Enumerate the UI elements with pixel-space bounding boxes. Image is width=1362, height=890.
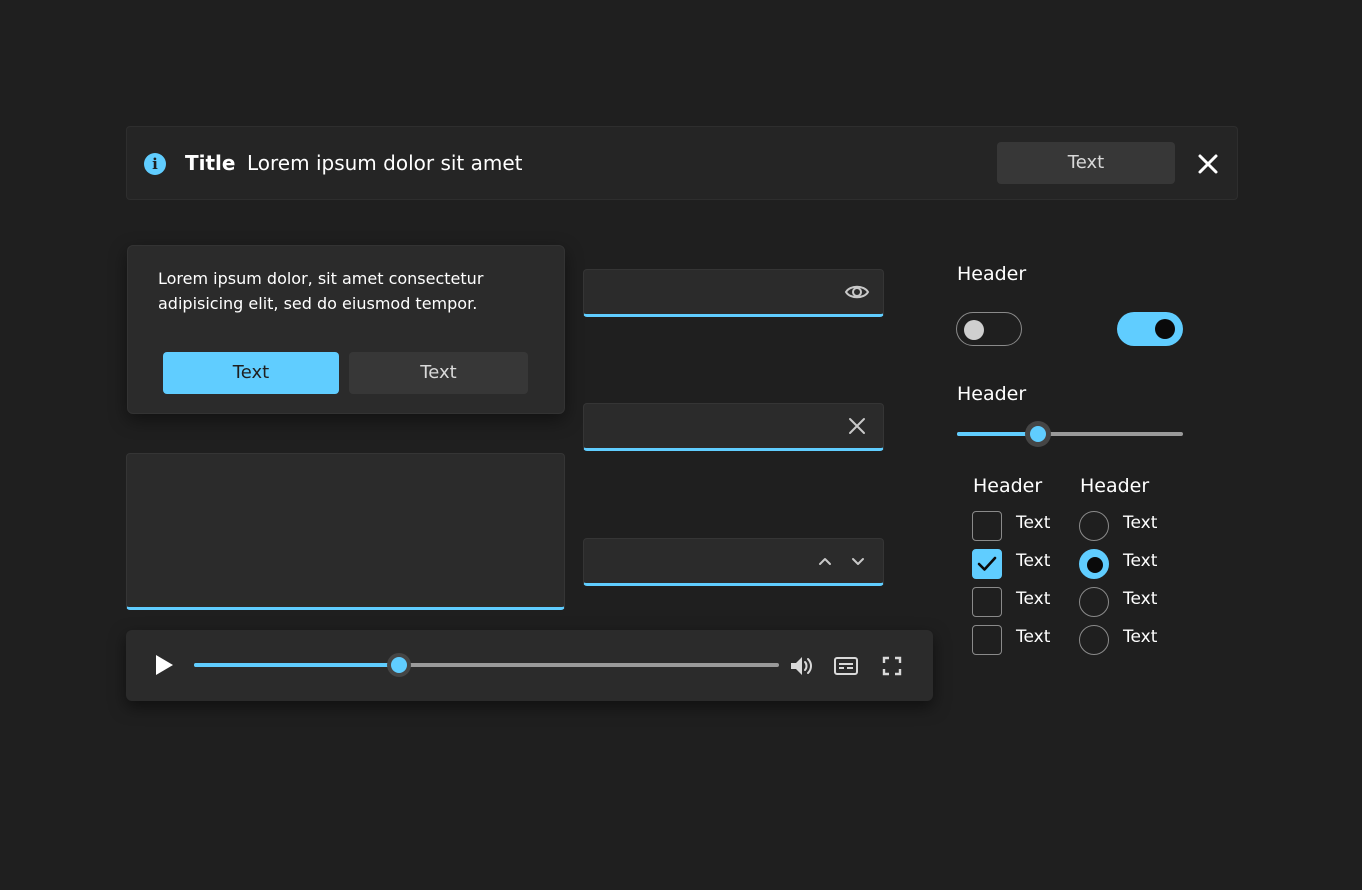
close-icon[interactable] <box>1195 151 1221 177</box>
eye-icon[interactable] <box>844 280 870 304</box>
slider-track[interactable] <box>957 421 1183 447</box>
checkbox[interactable] <box>972 587 1002 617</box>
volume-icon[interactable] <box>788 653 814 679</box>
checkbox[interactable] <box>972 549 1002 579</box>
info-bar-title: Title <box>185 151 236 175</box>
media-player <box>126 630 933 701</box>
checkbox-label: Text <box>1016 513 1051 533</box>
radio-button[interactable] <box>1079 549 1109 579</box>
dialog-body-text: Lorem ipsum dolor, sit amet consectetur … <box>158 269 484 313</box>
play-icon[interactable] <box>154 654 174 676</box>
multiline-text-area[interactable] <box>126 453 565 610</box>
radio-group-header: Header <box>1080 475 1150 497</box>
toggle-knob <box>1155 319 1175 339</box>
checkmark-icon <box>977 556 997 571</box>
clear-icon[interactable] <box>844 414 870 438</box>
radio-button[interactable] <box>1079 511 1109 541</box>
info-bar-action-button[interactable]: Text <box>997 142 1175 184</box>
info-bar: i Title Lorem ipsum dolor sit amet Text <box>126 126 1238 200</box>
checkbox-label: Text <box>1016 627 1051 647</box>
radio-button[interactable] <box>1079 587 1109 617</box>
chevron-down-icon[interactable] <box>845 549 871 573</box>
number-stepper-input[interactable] <box>583 538 884 586</box>
fullscreen-icon[interactable] <box>879 653 905 679</box>
chevron-up-icon[interactable] <box>812 549 838 573</box>
radio-label: Text <box>1123 589 1158 609</box>
dialog-secondary-button[interactable]: Text <box>349 352 528 394</box>
toggle-switch-off[interactable] <box>956 312 1022 346</box>
search-input[interactable] <box>583 403 884 451</box>
info-bar-message: Lorem ipsum dolor sit amet <box>247 151 523 175</box>
radio-label: Text <box>1123 513 1158 533</box>
radio-label: Text <box>1123 627 1158 647</box>
radio-button[interactable] <box>1079 625 1109 655</box>
dialog-primary-button[interactable]: Text <box>163 352 339 394</box>
captions-icon[interactable] <box>833 653 859 679</box>
media-progress-fill <box>194 663 399 667</box>
toggle-knob <box>964 320 984 340</box>
checkbox-label: Text <box>1016 589 1051 609</box>
checkbox[interactable] <box>972 511 1002 541</box>
info-icon: i <box>144 153 166 175</box>
dialog-flyout: Lorem ipsum dolor, sit amet consectetur … <box>127 245 565 414</box>
toggle-group-header: Header <box>957 263 1027 285</box>
slider-header: Header <box>957 383 1027 405</box>
checkbox[interactable] <box>972 625 1002 655</box>
media-seek-bar[interactable] <box>194 653 779 677</box>
toggle-switch-on[interactable] <box>1117 312 1183 346</box>
radio-label: Text <box>1123 551 1158 571</box>
password-input[interactable] <box>583 269 884 317</box>
slider-thumb[interactable] <box>1025 421 1052 447</box>
checkbox-group-header: Header <box>973 475 1043 497</box>
checkbox-label: Text <box>1016 551 1051 571</box>
media-seek-thumb[interactable] <box>386 653 411 677</box>
